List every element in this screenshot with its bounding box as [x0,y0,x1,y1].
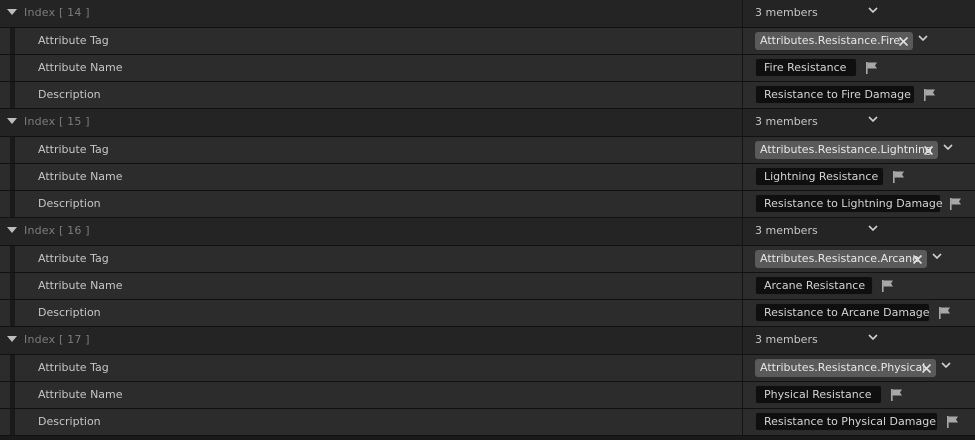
attribute-tag-row: Attribute Tag Attributes.Resistance.Arca… [0,246,975,273]
attribute-tag-label: Attribute Tag [38,143,109,156]
attribute-name-row: Attribute Name Lightning Resistance [0,164,975,191]
details-panel: Index [ 14 ] 3 members Attribute Tag Att… [0,0,975,440]
indent-bar [10,300,15,326]
attribute-name-label: Attribute Name [38,279,123,292]
description-row: Description Resistance to Lightning Dama… [0,191,975,218]
description-label: Description [38,88,101,101]
indent-bar [10,382,15,408]
description-row: Description Resistance to Physical Damag… [0,409,975,436]
array-index-label: Index [ 17 ] [24,333,90,346]
gameplay-tag-value: Attributes.Resistance.Lightning [760,143,933,156]
attribute-name-field[interactable]: Fire Resistance [755,58,857,77]
indent-bar [10,409,15,435]
attribute-name-field[interactable]: Physical Resistance [755,385,882,404]
attribute-tag-row: Attribute Tag Attributes.Resistance.Phys… [0,355,975,382]
gameplay-tag-value: Attributes.Resistance.Physical [760,361,926,374]
expander-icon[interactable] [7,118,17,124]
flag-icon[interactable] [881,279,895,296]
close-icon[interactable] [912,253,923,271]
attribute-name-label: Attribute Name [38,170,123,183]
indent-bar [10,164,15,190]
description-field[interactable]: Resistance to Physical Damage [755,412,938,431]
attribute-tag-row: Attribute Tag Attributes.Resistance.Fire [0,28,975,55]
array-element-3: Index [ 17 ] 3 members Attribute Tag Att… [0,327,975,436]
indent-bar [10,355,15,381]
flag-icon[interactable] [890,388,904,405]
attribute-name-label: Attribute Name [38,61,123,74]
flag-icon[interactable] [938,306,952,323]
indent-bar [10,273,15,299]
indent-bar [10,191,15,217]
flag-icon[interactable] [923,88,937,105]
indent-bar [10,55,15,81]
array-index-label: Index [ 15 ] [24,115,90,128]
gameplay-tag-value: Attributes.Resistance.Arcane [760,252,919,265]
gameplay-tag-chip[interactable]: Attributes.Resistance.Fire [755,32,913,50]
array-index-label: Index [ 14 ] [24,6,90,19]
attribute-name-row: Attribute Name Physical Resistance [0,382,975,409]
attribute-name-row: Attribute Name Fire Resistance [0,55,975,82]
attribute-tag-row: Attribute Tag Attributes.Resistance.Ligh… [0,137,975,164]
attribute-tag-label: Attribute Tag [38,34,109,47]
array-index-row[interactable]: Index [ 16 ] 3 members [0,218,975,246]
flag-icon[interactable] [892,170,906,187]
expander-icon[interactable] [7,336,17,342]
expander-icon[interactable] [7,9,17,15]
description-field[interactable]: Resistance to Arcane Damage [755,303,930,322]
close-icon[interactable] [898,35,909,53]
indent-bar [10,137,15,163]
attribute-name-label: Attribute Name [38,388,123,401]
gameplay-tag-chip[interactable]: Attributes.Resistance.Lightning [755,141,938,159]
indent-bar [10,28,15,54]
chevron-down-icon[interactable] [917,32,929,47]
description-label: Description [38,306,101,319]
description-field[interactable]: Resistance to Fire Damage [755,85,915,104]
chevron-down-icon[interactable] [867,113,879,128]
array-index-row[interactable]: Index [ 15 ] 3 members [0,109,975,137]
flag-icon[interactable] [865,61,879,78]
close-icon[interactable] [923,144,934,162]
chevron-down-icon[interactable] [867,331,879,346]
chevron-down-icon[interactable] [940,359,952,374]
attribute-tag-label: Attribute Tag [38,361,109,374]
members-count: 3 members [755,6,818,19]
array-index-row[interactable]: Index [ 14 ] 3 members [0,0,975,28]
array-element-2: Index [ 16 ] 3 members Attribute Tag Att… [0,218,975,327]
array-index-label: Index [ 16 ] [24,224,90,237]
chevron-down-icon[interactable] [931,250,943,265]
chevron-down-icon[interactable] [867,222,879,237]
array-index-row[interactable]: Index [ 17 ] 3 members [0,327,975,355]
members-count: 3 members [755,224,818,237]
chevron-down-icon[interactable] [867,4,879,19]
description-row: Description Resistance to Arcane Damage [0,300,975,327]
chevron-down-icon[interactable] [942,141,954,156]
indent-bar [10,246,15,272]
description-label: Description [38,197,101,210]
flag-icon[interactable] [949,197,963,214]
members-count: 3 members [755,333,818,346]
flag-icon[interactable] [946,415,960,432]
gameplay-tag-value: Attributes.Resistance.Fire [760,34,901,47]
description-row: Description Resistance to Fire Damage [0,82,975,109]
description-field[interactable]: Resistance to Lightning Damage [755,194,943,213]
attribute-name-row: Attribute Name Arcane Resistance [0,273,975,300]
gameplay-tag-chip[interactable]: Attributes.Resistance.Physical [755,359,936,377]
indent-bar [10,82,15,108]
description-label: Description [38,415,101,428]
attribute-tag-label: Attribute Tag [38,252,109,265]
expander-icon[interactable] [7,227,17,233]
attribute-name-field[interactable]: Lightning Resistance [755,167,884,186]
attribute-name-field[interactable]: Arcane Resistance [755,276,873,295]
close-icon[interactable] [921,362,932,380]
array-element-1: Index [ 15 ] 3 members Attribute Tag Att… [0,109,975,218]
gameplay-tag-chip[interactable]: Attributes.Resistance.Arcane [755,250,927,268]
members-count: 3 members [755,115,818,128]
array-element-0: Index [ 14 ] 3 members Attribute Tag Att… [0,0,975,109]
